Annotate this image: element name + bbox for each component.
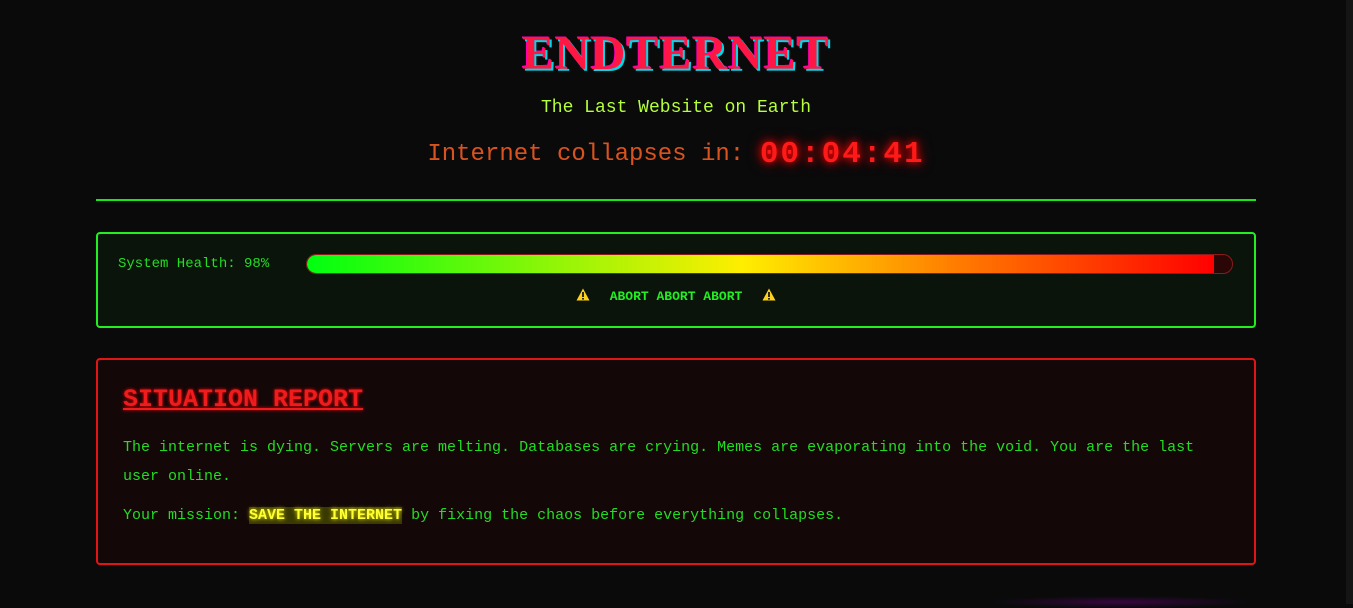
system-health-label: System Health: 98% xyxy=(118,256,270,272)
divider xyxy=(96,199,1256,201)
scrollbar[interactable] xyxy=(1346,0,1353,604)
ambient-glow xyxy=(990,596,1250,608)
countdown-label: Internet collapses in: xyxy=(427,141,745,168)
countdown: Internet collapses in: 00:04:41 xyxy=(96,137,1256,173)
system-health-panel: System Health: 98% ABORT ABORT ABORT xyxy=(96,232,1256,328)
mission-paragraph: Your mission: SAVE THE INTERNET by fixin… xyxy=(123,501,1229,530)
abort-warning: ABORT ABORT ABORT xyxy=(98,288,1254,306)
page: ENDTERNET The Last Website on Earth Inte… xyxy=(96,0,1256,565)
mission-suffix: by fixing the chaos before everything co… xyxy=(402,507,844,524)
situation-report-panel: SITUATION REPORT The internet is dying. … xyxy=(96,358,1256,565)
site-title: ENDTERNET xyxy=(522,27,830,80)
report-paragraph: The internet is dying. Servers are melti… xyxy=(123,439,1195,485)
warning-icon xyxy=(576,288,590,301)
mission-prefix: Your mission: xyxy=(123,507,250,524)
abort-text: ABORT ABORT ABORT xyxy=(609,289,743,304)
situation-report-heading: SITUATION REPORT xyxy=(123,385,364,414)
system-health-bar xyxy=(306,254,1233,274)
countdown-timer: 00:04:41 xyxy=(759,137,925,172)
mission-highlight: SAVE THE INTERNET xyxy=(249,507,403,524)
tagline: The Last Website on Earth xyxy=(540,98,812,118)
system-health-fill xyxy=(307,255,1214,273)
warning-icon xyxy=(762,288,776,301)
